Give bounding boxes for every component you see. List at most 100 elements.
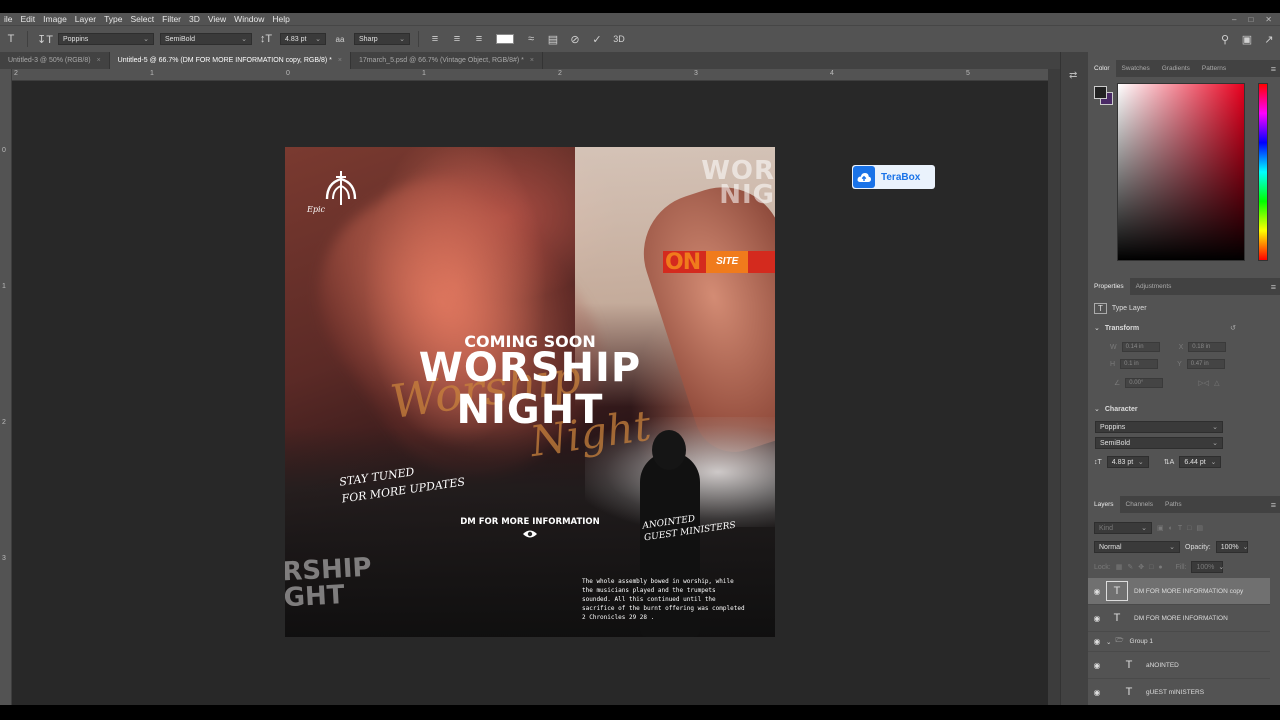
poster-canvas[interactable]: Epic WOR NIG ON SITE Worship Night COMIN… (285, 147, 775, 637)
tab-paths[interactable]: Paths (1159, 496, 1188, 513)
reset-icon[interactable]: ↺ (1230, 324, 1236, 332)
layer-row[interactable]: ◉ T gUEST mINISTERS (1088, 679, 1270, 706)
tab-swatches[interactable]: Swatches (1116, 60, 1156, 77)
align-right-icon[interactable]: ≡ (472, 33, 486, 45)
3d-icon[interactable]: 3D (612, 34, 626, 44)
history-panel-icon[interactable]: ⇄ (1069, 70, 1077, 81)
font-style-select[interactable]: SemiBold ⌄ (160, 33, 252, 45)
w-field[interactable]: 0.14 in (1121, 342, 1160, 352)
tab-17march-5[interactable]: 17march_5.psd @ 66.7% (Vintage Object, R… (351, 52, 543, 69)
tab-patterns[interactable]: Patterns (1196, 60, 1232, 77)
font-size-select[interactable]: 4.83 pt ⌄ (280, 33, 326, 45)
tab-adjustments[interactable]: Adjustments (1130, 278, 1178, 295)
panel-menu-icon[interactable]: ≡ (1271, 500, 1276, 510)
font-family-select[interactable]: Poppins ⌄ (58, 33, 154, 45)
tab-color[interactable]: Color (1088, 60, 1116, 77)
character-panel-icon[interactable]: ▤ (546, 33, 560, 46)
character-font-select[interactable]: Poppins ⌄ (1095, 421, 1223, 433)
type-tool-icon[interactable]: T (4, 33, 18, 45)
visibility-eye-icon[interactable]: ◉ (1088, 637, 1106, 646)
restore-icon[interactable]: □ (1248, 15, 1253, 24)
cancel-icon[interactable]: ⊘ (568, 33, 582, 46)
foreground-color-swatch[interactable] (1094, 86, 1107, 99)
layer-row[interactable]: ◉ T DM FOR MORE INFORMATION copy (1088, 578, 1270, 605)
terabox-widget[interactable]: TeraBox (852, 165, 935, 189)
visibility-eye-icon[interactable]: ◉ (1088, 587, 1106, 596)
chevron-down-icon: ⌄ (1094, 325, 1100, 332)
layer-kind-filter[interactable]: Kind ⌄ (1094, 522, 1152, 534)
menu-filter[interactable]: Filter (158, 14, 185, 24)
tab-gradients[interactable]: Gradients (1156, 60, 1196, 77)
leading-select[interactable]: 6.44 pt ⌄ (1179, 456, 1222, 468)
tab-layers[interactable]: Layers (1088, 496, 1120, 513)
logo-text: Epic (307, 205, 325, 214)
menu-help[interactable]: Help (268, 14, 293, 24)
angle-field[interactable]: 0.00° (1125, 378, 1164, 388)
flip-horizontal-icon[interactable]: ▷◁ (1198, 379, 1209, 387)
visibility-eye-icon[interactable]: ◉ (1088, 688, 1106, 697)
filter-smart-object-icon[interactable]: ▤ (1196, 524, 1203, 532)
x-field[interactable]: 0.18 in (1188, 342, 1227, 352)
align-left-icon[interactable]: ≡ (428, 33, 442, 45)
h-field[interactable]: 0.1 in (1120, 359, 1159, 369)
workspace-icon[interactable]: ▣ (1240, 33, 1254, 46)
menu-view[interactable]: View (204, 14, 230, 24)
share-icon[interactable]: ↗ (1262, 33, 1276, 46)
layer-row[interactable]: ◉ T aNOINTED (1088, 652, 1270, 679)
antialias-select[interactable]: Sharp ⌄ (354, 33, 410, 45)
transform-angle-row: ∠ 0.00° ▷◁ △ (1114, 378, 1219, 388)
lock-paint-icon[interactable]: ✎ (1127, 563, 1133, 571)
lock-artboard-icon[interactable]: □ (1149, 564, 1153, 571)
lock-transparent-icon[interactable]: ▦ (1116, 563, 1123, 571)
minimize-icon[interactable]: – (1232, 15, 1236, 24)
filter-image-icon[interactable]: ▣ (1157, 524, 1164, 532)
menu-3d[interactable]: 3D (185, 14, 204, 24)
close-tab-icon[interactable]: × (530, 57, 534, 64)
align-center-icon[interactable]: ≡ (450, 33, 464, 45)
lock-move-icon[interactable]: ✥ (1138, 563, 1144, 571)
tab-untitled-5[interactable]: Untitled-5 @ 66.7% (DM FOR MORE INFORMAT… (109, 52, 351, 69)
tab-properties[interactable]: Properties (1088, 278, 1130, 295)
vertical-scrollbar[interactable] (1048, 69, 1060, 705)
commit-check-icon[interactable]: ✓ (590, 33, 604, 46)
menu-edit[interactable]: Edit (17, 14, 40, 24)
panel-menu-icon[interactable]: ≡ (1271, 282, 1276, 292)
toggle-orientation-icon[interactable]: ↧T (37, 33, 53, 46)
search-icon[interactable]: ⚲ (1218, 33, 1232, 46)
filter-adjustment-icon[interactable]: ◐ (1169, 525, 1173, 532)
transform-header[interactable]: ⌄ Transform ↺ (1094, 324, 1236, 333)
tab-channels[interactable]: Channels (1120, 496, 1159, 513)
tab-untitled-3[interactable]: Untitled-3 @ 50% (RGB/8) × (0, 52, 110, 69)
character-header[interactable]: ⌄ Character (1094, 405, 1138, 414)
hue-slider[interactable] (1258, 83, 1268, 261)
menu-type[interactable]: Type (100, 14, 126, 24)
character-size-select[interactable]: 4.83 pt ⌄ (1106, 456, 1149, 468)
panel-menu-icon[interactable]: ≡ (1271, 64, 1276, 74)
layer-row[interactable]: ◉ T DM FOR MORE INFORMATION (1088, 605, 1270, 632)
menu-file[interactable]: ile (0, 14, 17, 24)
text-color-swatch[interactable] (496, 34, 514, 44)
menu-window[interactable]: Window (230, 14, 268, 24)
lock-all-icon[interactable]: ● (1158, 564, 1162, 571)
close-icon[interactable]: ✕ (1265, 15, 1272, 24)
foreground-background-colors[interactable] (1094, 86, 1114, 106)
opacity-field[interactable]: 100% ⌄ (1215, 541, 1248, 553)
close-tab-icon[interactable]: × (338, 57, 342, 64)
blend-mode-select[interactable]: Normal ⌄ (1094, 541, 1180, 553)
character-style-select[interactable]: SemiBold ⌄ (1095, 437, 1223, 449)
visibility-eye-icon[interactable]: ◉ (1088, 614, 1106, 623)
filter-shape-icon[interactable]: □ (1187, 525, 1191, 532)
menu-layer[interactable]: Layer (71, 14, 100, 24)
warp-text-icon[interactable]: ≈ (524, 33, 538, 45)
flip-vertical-icon[interactable]: △ (1214, 379, 1219, 387)
visibility-eye-icon[interactable]: ◉ (1088, 661, 1106, 670)
fill-field[interactable]: 100% ⌄ (1191, 561, 1224, 573)
filter-type-icon[interactable]: T (1178, 525, 1182, 532)
layer-group-row[interactable]: ◉ ⌄ 🗁 Group 1 (1088, 632, 1270, 652)
menu-select[interactable]: Select (127, 14, 159, 24)
y-field[interactable]: 0.47 in (1186, 359, 1225, 369)
chevron-down-icon[interactable]: ⌄ (1106, 638, 1111, 646)
menu-image[interactable]: Image (39, 14, 71, 24)
color-picker-field[interactable] (1117, 83, 1245, 261)
close-tab-icon[interactable]: × (97, 57, 101, 64)
